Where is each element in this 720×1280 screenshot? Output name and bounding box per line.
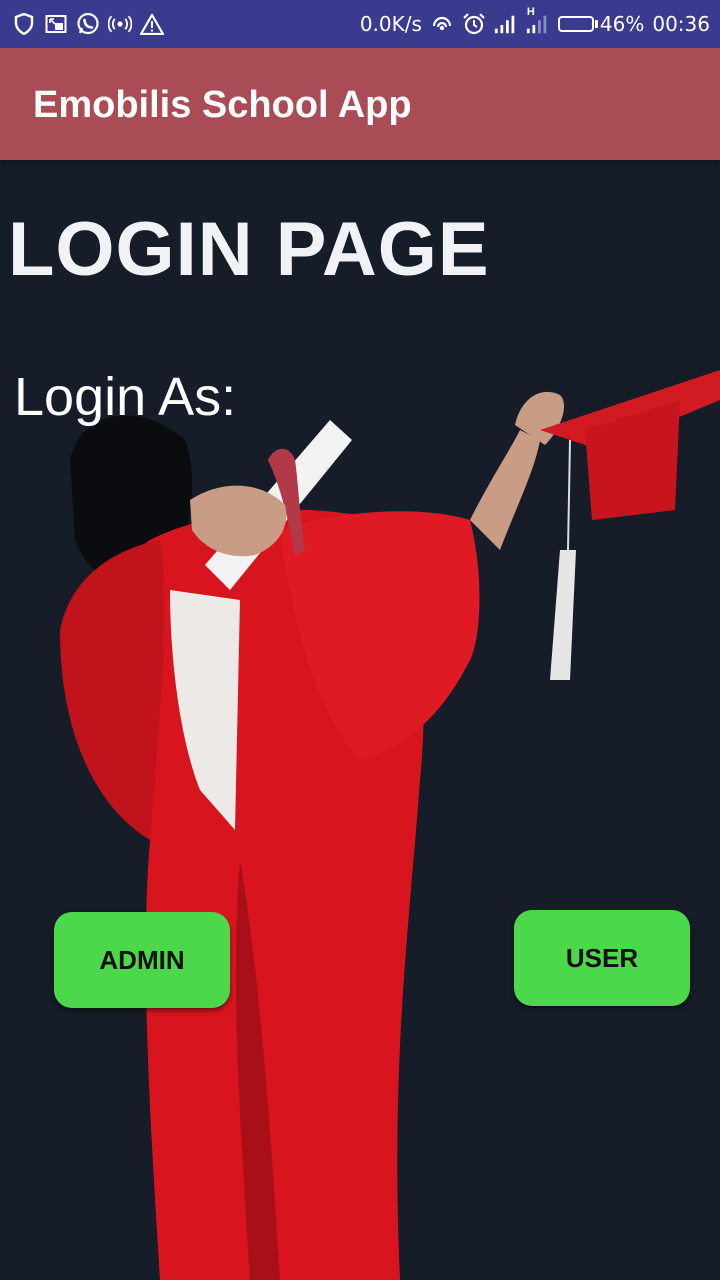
user-button[interactable]: USER xyxy=(514,910,690,1006)
network-speed: 0.0K/s xyxy=(359,12,422,36)
status-bar-notifications xyxy=(12,12,164,36)
clock: 00:36 xyxy=(652,12,710,36)
picture-in-picture-icon xyxy=(44,12,68,36)
login-as-label: Login As: xyxy=(14,367,237,427)
login-screen: 0.0K/s H 46% 00:36 Emobilis School App L… xyxy=(0,0,720,1280)
warning-icon xyxy=(140,12,164,36)
status-bar: 0.0K/s H 46% 00:36 xyxy=(0,0,720,48)
shield-icon xyxy=(12,12,36,36)
admin-button[interactable]: ADMIN xyxy=(54,912,230,1008)
signal-h-icon: H xyxy=(526,6,550,36)
whatsapp-icon xyxy=(76,12,100,36)
network-type-label: H xyxy=(526,6,535,18)
signal-strength-icon xyxy=(494,12,518,36)
battery-percent: 46% xyxy=(599,12,645,36)
alarm-icon xyxy=(462,12,486,36)
hotspot-icon xyxy=(108,12,132,36)
status-bar-system: 0.0K/s H 46% 00:36 xyxy=(359,6,710,36)
page-title: LOGIN PAGE xyxy=(8,207,490,292)
login-content: LOGIN PAGE Login As: ADMIN USER xyxy=(0,160,720,1280)
app-title: Emobilis School App xyxy=(33,84,412,126)
battery-icon xyxy=(557,16,598,32)
wireless-charging-icon xyxy=(430,12,454,36)
graduate-background-image xyxy=(0,160,720,1280)
app-bar: Emobilis School App xyxy=(0,48,720,160)
